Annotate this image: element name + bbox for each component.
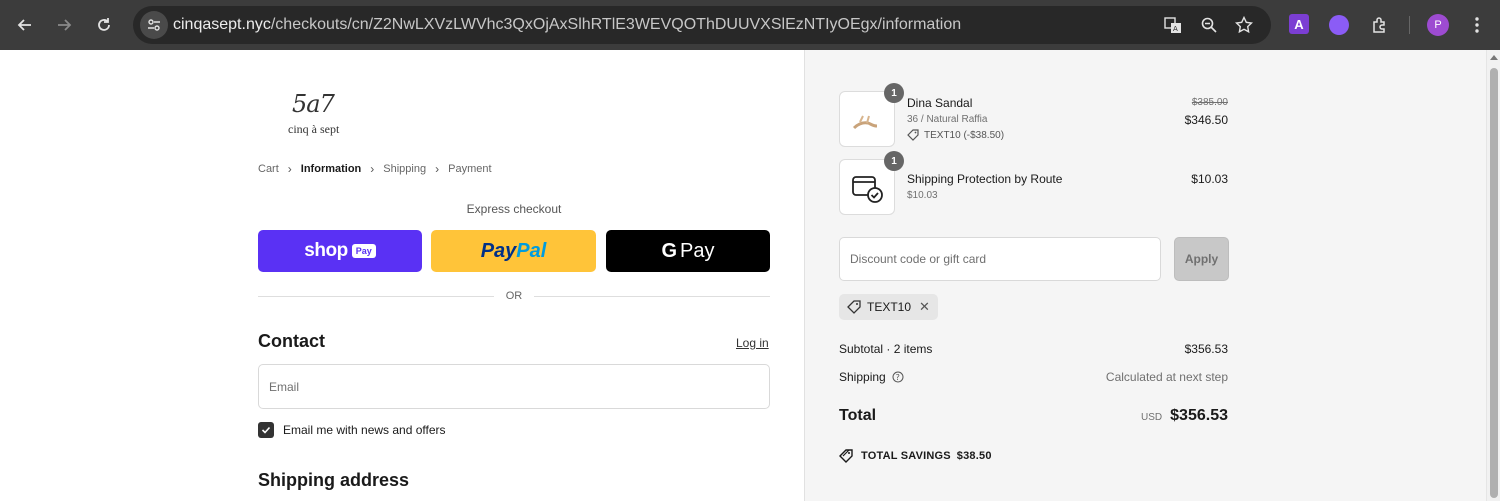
discount-code-input[interactable]	[839, 237, 1161, 281]
extensions-icon[interactable]	[1368, 14, 1390, 36]
logo-mark: 5a7	[292, 90, 335, 118]
express-checkout-label: Express checkout	[466, 202, 562, 216]
checkout-main: 5a7 cinq à sept Cart › Information › Shi…	[0, 50, 804, 501]
total-savings: TOTAL SAVINGS $38.50	[839, 449, 992, 463]
translate-icon[interactable]: A	[1163, 15, 1183, 35]
or-divider-label: OR	[505, 290, 523, 302]
svg-text:?: ?	[895, 373, 899, 382]
divider-right	[534, 296, 770, 297]
applied-discount-tag: TEXT10 ✕	[839, 294, 938, 320]
newsletter-checkbox[interactable]	[258, 422, 274, 438]
total-label: Total	[839, 407, 877, 424]
svg-text:A: A	[1173, 25, 1178, 33]
logo-wordmark: cinq à sept	[288, 122, 340, 136]
item-name: Dina Sandal	[907, 96, 973, 110]
subtotal-label: Subtotal · 2 items	[839, 342, 933, 356]
page-scrollbar[interactable]	[1486, 50, 1500, 501]
help-icon[interactable]: ?	[892, 371, 904, 383]
chevron-right-icon: ›	[370, 162, 375, 176]
url-path: /checkouts/cn/Z2NwLXVzLWVhc3QxOjAxSlhRTl…	[270, 16, 962, 33]
shop-pay-word: shop	[304, 240, 348, 261]
address-bar[interactable]: cinqasept.nyc/checkouts/cn/Z2NwLXVzLWVhc…	[133, 6, 1271, 44]
route-protection-icon	[852, 176, 883, 203]
divider-left	[258, 296, 494, 297]
google-pay-word: Pay	[680, 239, 715, 262]
forward-icon[interactable]	[52, 13, 76, 37]
savings-label: TOTAL SAVINGS	[861, 450, 951, 462]
extension-a-icon[interactable]: A	[1289, 14, 1309, 34]
item-discount: TEXT10 (-$38.50)	[907, 129, 1004, 141]
scroll-up-arrow-icon[interactable]	[1490, 55, 1498, 60]
google-g-icon: G	[661, 239, 678, 262]
shipping-value: Calculated at next step	[1105, 370, 1228, 384]
newsletter-label[interactable]: Email me with news and offers	[283, 423, 446, 437]
shop-pay-button[interactable]: shop Pay	[258, 230, 422, 272]
shipping-address-heading: Shipping address	[258, 470, 410, 490]
savings-tag-icon	[839, 449, 853, 463]
breadcrumb: Cart › Information › Shipping › Payment	[258, 162, 492, 176]
breadcrumb-shipping: Shipping	[383, 163, 427, 175]
applied-code: TEXT10	[867, 300, 912, 314]
url-host: cinqasept.nyc	[173, 16, 271, 33]
quantity-badge: 1	[884, 83, 904, 103]
item-price: $10.03	[1191, 172, 1228, 186]
menu-icon[interactable]	[1465, 13, 1489, 37]
site-info-icon[interactable]	[140, 11, 168, 39]
shipping-row: Shipping ?	[839, 370, 904, 384]
tag-icon	[847, 300, 861, 314]
contact-heading: Contact	[258, 331, 325, 351]
star-icon[interactable]	[1234, 15, 1254, 35]
toolbar-divider	[1409, 16, 1410, 34]
login-link[interactable]: Log in	[736, 336, 769, 350]
subtotal-value: $356.53	[1184, 342, 1228, 356]
item-name: Shipping Protection by Route	[907, 172, 1063, 186]
paypal-word-pay: Pay	[480, 239, 517, 262]
breadcrumb-information: Information	[300, 163, 362, 175]
remove-discount-icon[interactable]: ✕	[919, 299, 930, 315]
currency-code: USD	[1141, 412, 1163, 423]
paypal-button[interactable]: Pay Pal	[431, 230, 596, 272]
item-variant: $10.03	[907, 190, 938, 201]
breadcrumb-cart[interactable]: Cart	[258, 163, 279, 175]
browser-toolbar: cinqasept.nyc/checkouts/cn/Z2NwLXVzLWVhc…	[0, 0, 1500, 50]
zoom-icon[interactable]	[1199, 15, 1219, 35]
product-thumbnail: 1	[839, 151, 904, 215]
order-summary: 1 Dina Sandal 36 / Natural Raffia TEXT10…	[804, 50, 1486, 501]
profile-avatar[interactable]: P	[1427, 14, 1449, 36]
product-thumbnail: 1	[839, 83, 904, 147]
item-price: $346.50	[1184, 113, 1228, 127]
email-field[interactable]	[258, 364, 770, 409]
store-logo[interactable]: 5a7 cinq à sept	[288, 90, 352, 138]
tag-icon	[907, 129, 919, 141]
apply-discount-button[interactable]: Apply	[1174, 237, 1229, 281]
item-discount-text: TEXT10 (-$38.50)	[924, 129, 1005, 141]
url-text: cinqasept.nyc/checkouts/cn/Z2NwLXVzLWVhc…	[173, 16, 961, 34]
paypal-word-pal: Pal	[516, 239, 547, 262]
chevron-right-icon: ›	[435, 162, 440, 176]
shop-pay-badge: Pay	[351, 244, 376, 258]
original-price: $385.00	[1191, 97, 1228, 108]
savings-value: $38.50	[956, 450, 992, 462]
item-variant: 36 / Natural Raffia	[907, 114, 988, 125]
extension-swirl-icon[interactable]	[1328, 14, 1350, 36]
scrollbar-thumb[interactable]	[1490, 68, 1498, 498]
quantity-badge: 1	[884, 151, 904, 171]
total-amount: USD $356.53	[1141, 407, 1228, 425]
shipping-label: Shipping	[839, 370, 886, 384]
back-icon[interactable]	[13, 13, 37, 37]
total-value: $356.53	[1170, 407, 1228, 424]
google-pay-button[interactable]: G Pay	[606, 230, 770, 272]
reload-icon[interactable]	[92, 13, 116, 37]
sandal-image	[852, 115, 878, 130]
chevron-right-icon: ›	[287, 162, 292, 176]
breadcrumb-payment: Payment	[448, 163, 492, 175]
